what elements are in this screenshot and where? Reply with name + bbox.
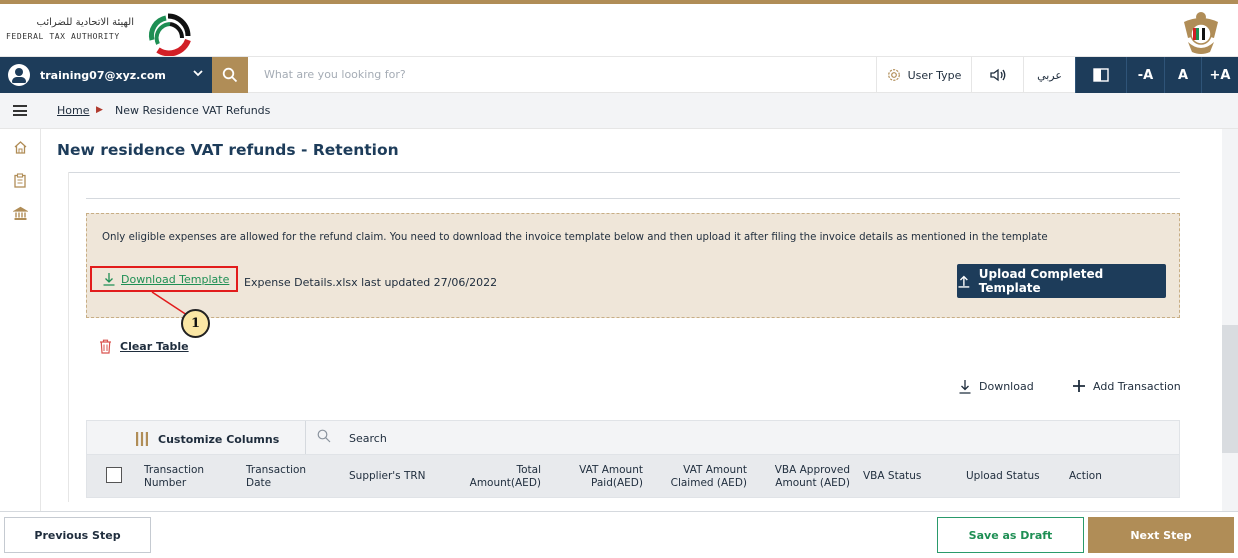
divider [86,198,1180,199]
header-line: Transaction [144,464,205,476]
template-info-panel: Only eligible expenses are allowed for t… [86,213,1180,318]
global-search-input[interactable]: What are you looking for? [264,68,406,81]
font-decrease-button[interactable]: -A [1126,57,1164,93]
clear-table-button[interactable]: Clear Table [99,339,189,354]
home-icon [14,140,26,154]
header-line: VBA Approved [774,464,850,476]
columns-icon [136,432,148,446]
column-header-vat-claimed[interactable]: VAT Amount Claimed (AED) [661,464,747,490]
contrast-toggle[interactable] [1075,57,1126,93]
header-line: Claimed (AED) [670,477,747,489]
header-line: VAT Amount [579,464,643,476]
fta-logo-icon [149,13,191,56]
contrast-icon [1093,68,1109,82]
breadcrumb-separator-icon: ▶ [96,105,103,115]
column-header-total-amount[interactable]: Total Amount(AED) [457,464,541,490]
sidebar-item-institution[interactable] [12,205,28,221]
scrollbar-thumb[interactable] [1222,325,1238,453]
search-button[interactable] [212,57,248,93]
select-all-checkbox[interactable] [106,467,122,483]
breadcrumb-home-link[interactable]: Home [57,104,89,117]
speaker-icon [989,68,1005,82]
divider [68,172,1180,173]
table-search-input[interactable]: Search [349,432,387,445]
sidebar-item-tasks[interactable] [12,172,28,188]
callout-badge: 1 [181,309,210,338]
add-transaction-button[interactable]: Add Transaction [1072,379,1181,393]
brand-name-arabic: الهيئة الاتحادية للضرائب [36,17,134,28]
template-file-info: Expense Details.xlsx last updated 27/06/… [244,276,498,289]
clear-table-label: Clear Table [120,340,189,353]
column-header-transaction-date[interactable]: Transaction Date [246,464,306,490]
trash-icon [100,339,111,354]
content-border [68,172,69,502]
upload-icon [958,275,970,288]
chevron-down-icon [192,67,204,82]
user-email: training07@xyz.com [40,68,166,82]
search-icon [317,429,331,443]
uae-emblem-icon [1184,12,1218,54]
save-as-draft-button[interactable]: Save as Draft [937,517,1084,553]
column-header-supplier-trn[interactable]: Supplier's TRN [349,470,426,483]
bank-icon [12,206,28,220]
text-to-speech-button[interactable] [971,57,1023,93]
user-type-button[interactable]: User Type [876,57,971,93]
user-account-dropdown[interactable]: training07@xyz.com [0,57,212,93]
toolbar-divider [305,421,306,454]
header-line: Date [246,477,272,489]
font-normal-button[interactable]: A [1164,57,1201,93]
user-type-label: User Type [907,68,962,82]
plus-icon [1073,380,1085,392]
step-footer: Previous Step Save as Draft Next Step [0,511,1238,558]
next-step-button[interactable]: Next Step [1088,517,1234,553]
menu-icon[interactable] [13,105,27,116]
font-increase-button[interactable]: +A [1201,57,1238,93]
page-title: New residence VAT refunds - Retention [57,141,399,159]
eligibility-message: Only eligible expenses are allowed for t… [102,232,1048,243]
download-table-button[interactable]: Download [958,379,1034,394]
column-header-vba-approved[interactable]: VBA Approved Amount (AED) [765,464,850,490]
table-toolbar: Customize Columns Search [86,420,1180,455]
download-icon [959,380,971,394]
header-line: VAT Amount [683,464,747,476]
gear-icon [887,69,900,81]
upload-button-label: Upload Completed Template [978,267,1104,295]
top-header: الهيئة الاتحادية للضرائب FEDERAL TAX AUT… [0,0,1238,57]
previous-step-button[interactable]: Previous Step [4,517,151,553]
search-icon [222,67,238,83]
clipboard-icon [14,172,26,188]
page-scrollbar[interactable] [1222,129,1238,511]
sidebar [0,129,41,511]
download-template-label: Download Template [121,272,230,286]
user-avatar-icon [8,64,30,86]
table-header: Transaction Number Transaction Date Supp… [86,455,1180,498]
header-line: Number [144,477,187,489]
brand-name-english: FEDERAL TAX AUTHORITY [6,32,120,41]
column-header-upload-status[interactable]: Upload Status [966,470,1040,483]
header-line: Paid(AED) [591,477,643,489]
download-label: Download [979,380,1034,393]
download-template-link[interactable]: Download Template [90,266,238,292]
breadcrumb-current: New Residence VAT Refunds [115,104,271,117]
column-header-vba-status[interactable]: VBA Status [863,470,921,483]
upload-completed-template-button[interactable]: Upload Completed Template [957,264,1166,298]
column-header-action: Action [1069,470,1102,482]
sidebar-item-home[interactable] [12,139,28,155]
breadcrumb: Home ▶ New Residence VAT Refunds [0,93,1238,129]
download-icon [103,273,115,286]
customize-columns-label: Customize Columns [158,432,280,446]
header-line: Transaction [246,464,307,476]
header-line: Total [516,464,541,476]
customize-columns-button[interactable]: Customize Columns [135,431,279,447]
utility-toolbar: training07@xyz.com What are you looking … [0,57,1238,93]
header-line: Amount(AED) [469,477,541,489]
language-toggle[interactable]: عربي [1023,57,1075,93]
add-transaction-label: Add Transaction [1093,379,1181,393]
header-line: Amount (AED) [775,477,850,489]
column-header-vat-paid[interactable]: VAT Amount Paid(AED) [563,464,643,490]
column-header-transaction-number[interactable]: Transaction Number [144,464,204,490]
